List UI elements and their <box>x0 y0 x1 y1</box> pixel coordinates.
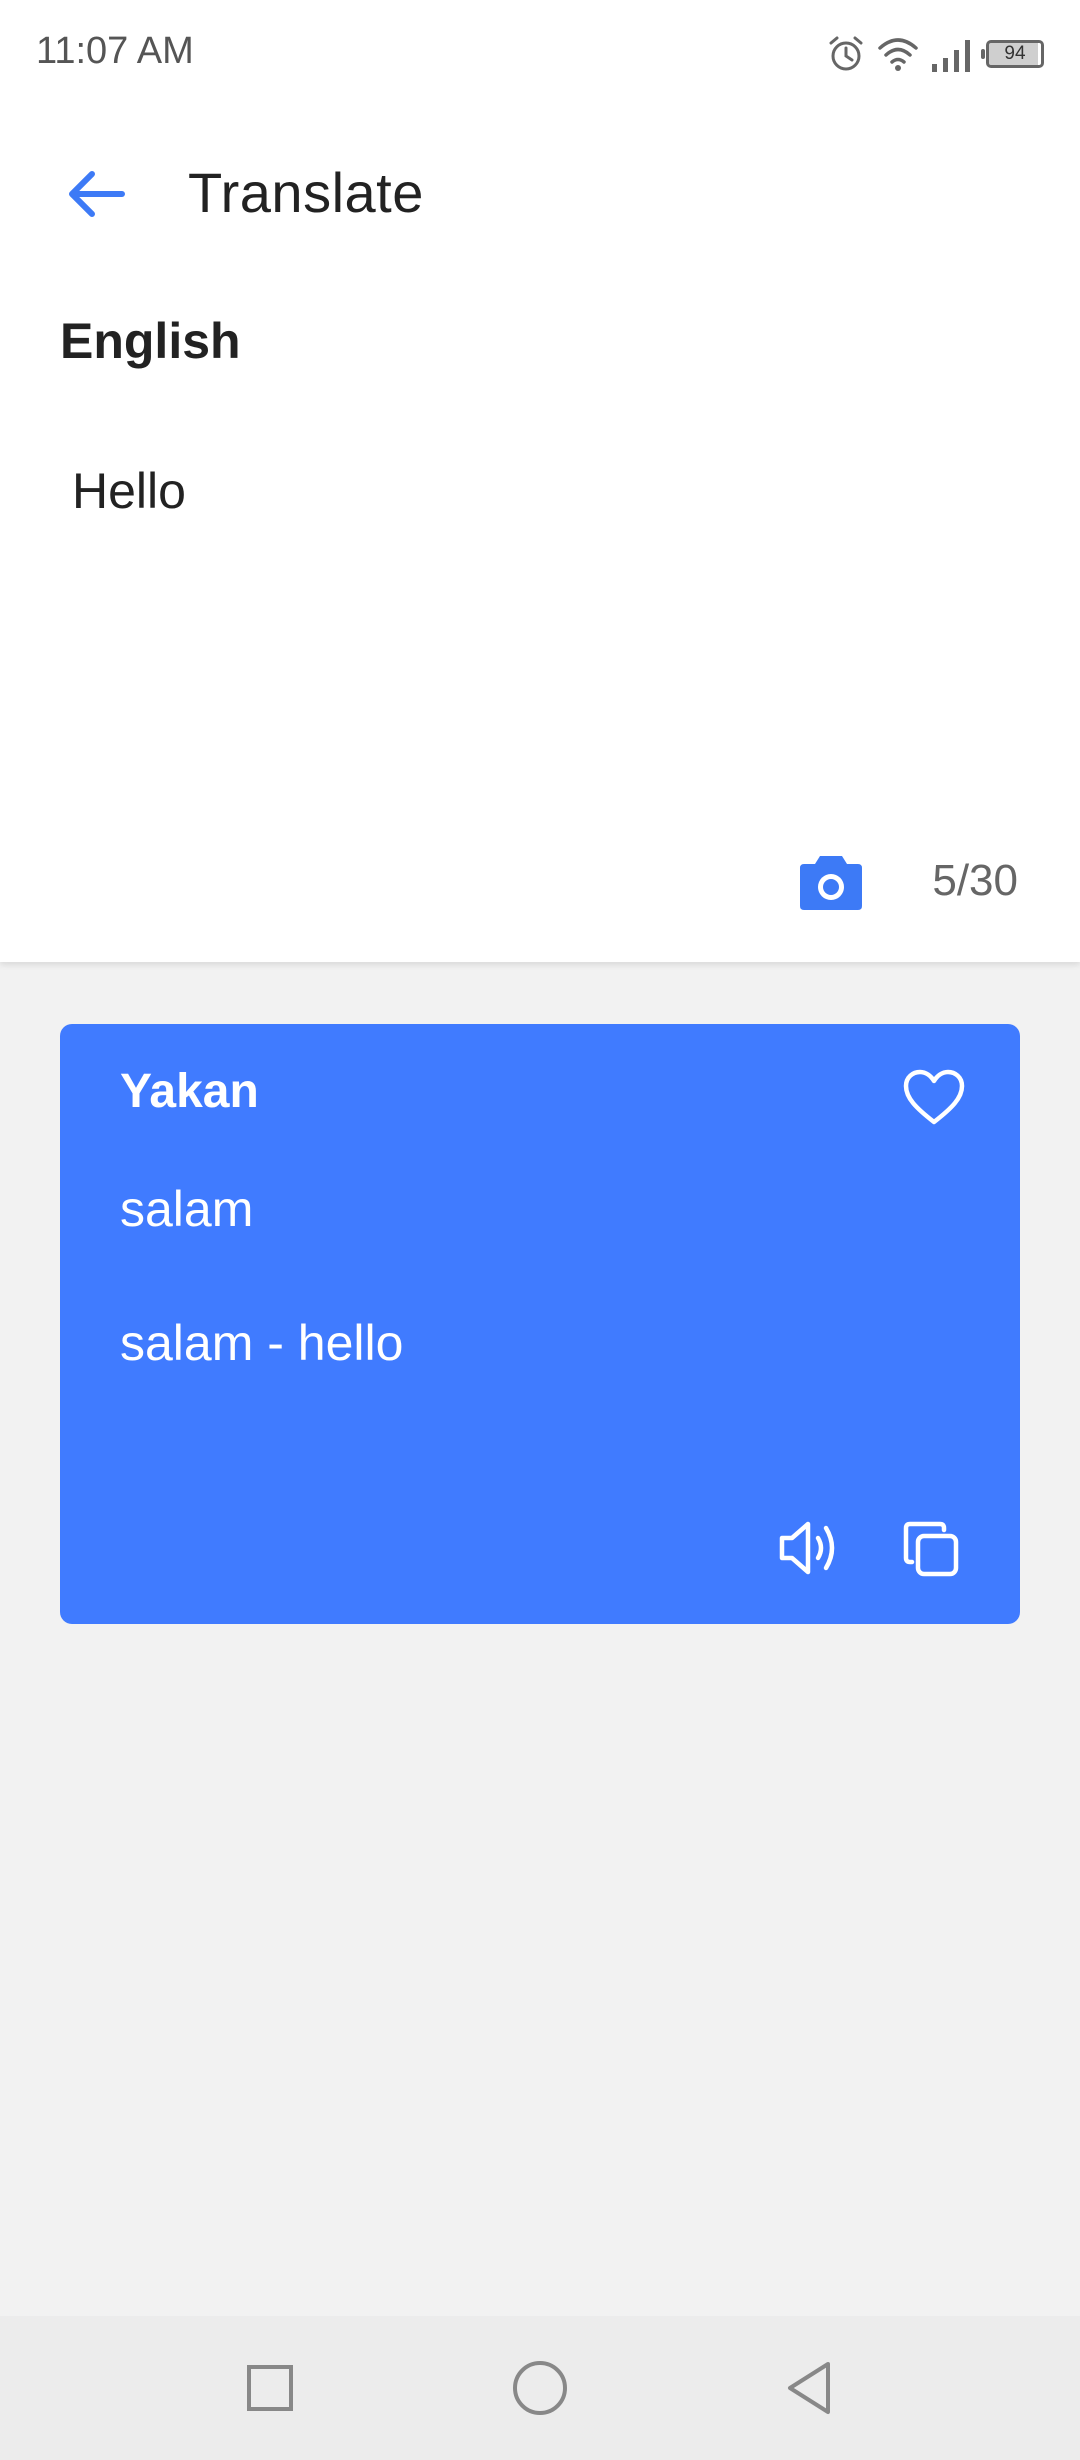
wifi-icon <box>878 38 918 71</box>
back-nav-button[interactable] <box>774 2352 846 2424</box>
camera-icon <box>800 856 862 910</box>
signal-icon <box>932 40 970 72</box>
status-time: 11:07 AM <box>36 30 194 72</box>
recents-button[interactable] <box>234 2352 306 2424</box>
camera-button[interactable] <box>796 850 866 914</box>
alarm-icon <box>829 36 863 71</box>
favorite-button[interactable] <box>902 1068 966 1128</box>
status-icons: 94 <box>826 30 1044 78</box>
source-language[interactable]: English <box>60 312 241 370</box>
back-button[interactable] <box>56 154 136 234</box>
system-nav-bar <box>0 2316 1080 2460</box>
back-triangle-icon <box>788 2362 830 2414</box>
translation-text: salam <box>120 1181 254 1237</box>
target-language[interactable]: Yakan <box>120 1064 259 1119</box>
page-title: Translate <box>188 161 424 224</box>
speaker-icon <box>779 1521 835 1575</box>
heart-icon <box>903 1069 965 1125</box>
battery-icon: 94 <box>981 40 1044 68</box>
char-count: 5/30 <box>932 856 1018 905</box>
definition-text: salam - hello <box>120 1315 404 1371</box>
arrow-left-icon <box>69 171 125 217</box>
source-text-input[interactable]: Hello <box>72 462 186 520</box>
speak-button[interactable] <box>776 1518 844 1578</box>
result-card: Yakan salam salam - hello <box>60 1024 1020 1624</box>
home-circle-icon <box>513 2361 567 2415</box>
input-panel: 11:07 AM 94 Translate English Hello 5/30 <box>0 0 1080 962</box>
home-button[interactable] <box>504 2352 576 2424</box>
copy-icon <box>903 1521 959 1577</box>
copy-button[interactable] <box>900 1518 962 1580</box>
battery-level: 94 <box>1004 43 1026 64</box>
recents-square-icon <box>247 2365 293 2411</box>
